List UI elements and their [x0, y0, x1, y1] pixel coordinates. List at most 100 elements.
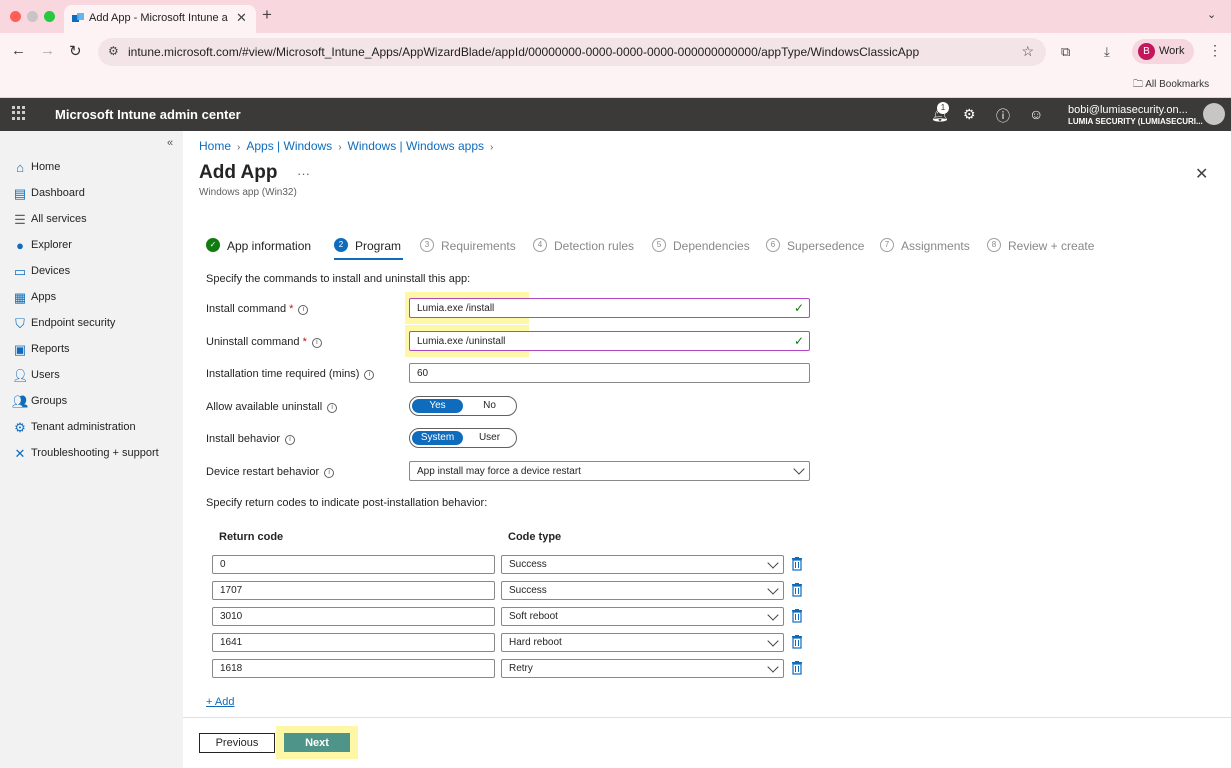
- delete-trash-icon[interactable]: [791, 583, 803, 597]
- bookmark-star-icon[interactable]: ☆: [1021, 43, 1034, 60]
- app-launcher-icon[interactable]: [12, 106, 26, 120]
- tab-close-icon[interactable]: ✕: [236, 10, 247, 26]
- browser-tab[interactable]: Add App - Microsoft Intune a… ✕: [64, 5, 256, 33]
- step-number: 6: [766, 238, 780, 252]
- breadcrumb-windows-apps[interactable]: Windows | Windows apps: [348, 139, 485, 153]
- address-bar[interactable]: ⚙ intune.microsoft.com/#view/Microsoft_I…: [98, 38, 1046, 66]
- apps-icon: ▦: [13, 290, 27, 305]
- explorer-icon: ●: [16, 238, 24, 253]
- reload-icon[interactable]: ↻: [69, 42, 82, 60]
- previous-button[interactable]: Previous: [199, 733, 275, 753]
- portal-header: Microsoft Intune admin center 🔔︎ ⚙ ⓘ ☺ b…: [0, 98, 1231, 131]
- installation-time-value: 60: [417, 368, 429, 379]
- close-window-button[interactable]: [10, 11, 21, 22]
- step-number: 5: [652, 238, 666, 252]
- sidebar-item-label: Reports: [31, 343, 70, 355]
- delete-trash-icon[interactable]: [791, 557, 803, 571]
- browser-menu-icon[interactable]: ⋮: [1208, 42, 1222, 59]
- breadcrumb-apps-windows[interactable]: Apps | Windows: [246, 139, 332, 153]
- install-command-input[interactable]: Lumia.exe /install ✓: [409, 298, 810, 318]
- delete-trash-icon[interactable]: [791, 635, 803, 649]
- step-label: App information: [227, 239, 312, 253]
- info-icon[interactable]: i: [298, 305, 309, 315]
- forward-arrow-icon[interactable]: →: [40, 42, 55, 59]
- collapse-nav-icon[interactable]: «: [167, 137, 173, 149]
- sidebar-item-endpoint-security[interactable]: ⛉ Endpoint security: [10, 314, 180, 334]
- return-code-input[interactable]: 1641: [212, 633, 495, 652]
- step-label: Detection rules: [554, 239, 635, 253]
- sidebar-item-dashboard[interactable]: ▤ Dashboard: [10, 184, 180, 204]
- breadcrumb-chevron-icon: ›: [490, 142, 494, 153]
- close-blade-icon[interactable]: ✕: [1195, 164, 1208, 184]
- delete-trash-icon[interactable]: [791, 661, 803, 675]
- more-options-icon[interactable]: ···: [297, 166, 310, 181]
- install-behavior-toggle[interactable]: System User: [409, 428, 517, 448]
- code-type-dropdown[interactable]: Success: [501, 581, 784, 600]
- tab-search-chevron-icon[interactable]: ⌄: [1207, 8, 1216, 21]
- help-icon[interactable]: ⓘ: [996, 106, 1010, 126]
- profile-label: Work: [1159, 45, 1185, 57]
- valid-checkmark-icon: ✓: [793, 334, 804, 348]
- site-info-icon[interactable]: ⚙: [108, 44, 119, 58]
- sidebar-item-users[interactable]: 👤︎ Users: [10, 366, 180, 386]
- info-icon[interactable]: i: [311, 338, 322, 348]
- code-type-dropdown[interactable]: Soft reboot: [501, 607, 784, 626]
- uninstall-command-label-text: Uninstall command: [206, 336, 300, 348]
- all-bookmarks-button[interactable]: 🗀 All Bookmarks: [1133, 77, 1209, 94]
- info-icon[interactable]: i: [364, 370, 375, 380]
- user-avatar[interactable]: [1203, 103, 1225, 125]
- delete-trash-icon[interactable]: [791, 609, 803, 623]
- installation-time-input[interactable]: 60: [409, 363, 810, 383]
- minimize-window-button[interactable]: [27, 11, 38, 22]
- allow-uninstall-no[interactable]: No: [464, 399, 515, 413]
- uninstall-command-input[interactable]: Lumia.exe /uninstall ✓: [409, 331, 810, 351]
- back-arrow-icon[interactable]: ←: [11, 42, 26, 59]
- install-behavior-system[interactable]: System: [412, 431, 463, 445]
- info-icon[interactable]: i: [285, 435, 295, 445]
- profile-button[interactable]: B Work: [1132, 39, 1194, 64]
- code-type-dropdown[interactable]: Success: [501, 555, 784, 574]
- sidebar-item-groups[interactable]: 👥︎ Groups: [10, 392, 180, 412]
- sidebar-item-all-services[interactable]: ☰ All services: [10, 210, 180, 230]
- code-type-dropdown[interactable]: Retry: [501, 659, 784, 678]
- sidebar-item-tenant-administration[interactable]: ⚙ Tenant administration: [10, 418, 180, 438]
- step-label: Program: [355, 239, 402, 253]
- add-return-code-link[interactable]: + Add: [206, 696, 234, 708]
- sidebar-item-reports[interactable]: ▣ Reports: [10, 340, 180, 360]
- breadcrumb-home[interactable]: Home: [199, 139, 231, 153]
- step-label: Supersedence: [787, 239, 865, 253]
- return-code-input[interactable]: 0: [212, 555, 495, 574]
- allow-uninstall-toggle[interactable]: Yes No: [409, 396, 517, 416]
- portal-title[interactable]: Microsoft Intune admin center: [55, 107, 241, 122]
- install-command-label: Install command * i: [206, 303, 309, 315]
- maximize-window-button[interactable]: [44, 11, 55, 22]
- sidebar-item-troubleshooting[interactable]: ✕ Troubleshooting + support: [10, 444, 180, 464]
- install-behavior-user[interactable]: User: [464, 431, 515, 445]
- return-code-input[interactable]: 3010: [212, 607, 495, 626]
- account-manager[interactable]: bobi@lumiasecurity.on... LUMIA SECURITY …: [1068, 104, 1203, 126]
- extensions-icon[interactable]: ⧉: [1061, 44, 1070, 60]
- sidebar-item-label: All services: [31, 213, 87, 225]
- sidebar-item-home[interactable]: ⌂ Home: [10, 158, 180, 178]
- list-icon: ☰: [14, 212, 26, 227]
- feedback-icon[interactable]: ☺: [1029, 106, 1043, 122]
- code-type-dropdown[interactable]: Hard reboot: [501, 633, 784, 652]
- allow-uninstall-yes[interactable]: Yes: [412, 399, 463, 413]
- return-code-input[interactable]: 1618: [212, 659, 495, 678]
- info-icon[interactable]: i: [327, 403, 338, 413]
- return-code-input[interactable]: 1707: [212, 581, 495, 600]
- sidebar-item-apps[interactable]: ▦ Apps: [10, 288, 180, 308]
- sidebar-item-devices[interactable]: ▭ Devices: [10, 262, 180, 282]
- next-button[interactable]: Next: [284, 733, 350, 752]
- settings-gear-icon[interactable]: ⚙: [963, 106, 976, 123]
- chevron-down-icon: [767, 583, 779, 595]
- all-bookmarks-label: All Bookmarks: [1145, 79, 1210, 90]
- sidebar-item-explorer[interactable]: ● Explorer: [10, 236, 180, 256]
- return-code-value: 1618: [220, 663, 243, 674]
- allow-uninstall-label-text: Allow available uninstall: [206, 401, 323, 413]
- download-icon[interactable]: ⤓: [1104, 44, 1110, 60]
- info-icon[interactable]: i: [324, 468, 335, 478]
- device-restart-label-text: Device restart behavior: [206, 466, 320, 478]
- new-tab-button[interactable]: +: [262, 5, 272, 25]
- device-restart-dropdown[interactable]: App install may force a device restart: [409, 461, 810, 481]
